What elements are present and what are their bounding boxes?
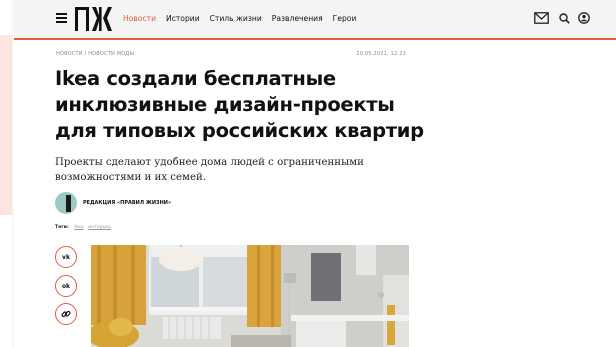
account-icon[interactable] bbox=[578, 12, 590, 24]
author-name[interactable]: РЕДАКЦИЯ «ПРАВИЛ ЖИЗНИ» bbox=[83, 200, 171, 206]
article-lead: Проекты сделают удобнее дома людей с огр… bbox=[55, 157, 364, 183]
title-line: для типовых российских квартир bbox=[55, 119, 424, 142]
tag-link[interactable]: Ikea bbox=[74, 225, 84, 230]
publish-date: 20.05.2021, 12:23 bbox=[356, 51, 406, 57]
nav-item-entertainment[interactable]: Развлечения bbox=[272, 14, 323, 23]
article-hero-image bbox=[91, 245, 409, 347]
article-meta: НОВОСТИ / НОВОСТИ МОДЫ 20.05.2021, 12:23 bbox=[56, 51, 406, 61]
decorative-side-strip bbox=[0, 35, 12, 215]
breadcrumb[interactable]: НОВОСТИ / НОВОСТИ МОДЫ bbox=[56, 51, 134, 57]
nav-item-stories[interactable]: Истории bbox=[166, 14, 200, 23]
share-vk-button[interactable]: vk bbox=[55, 246, 77, 268]
vk-icon: vk bbox=[62, 253, 70, 261]
site-logo[interactable] bbox=[74, 6, 114, 32]
menu-icon[interactable] bbox=[56, 13, 67, 23]
tags-label: Теги: bbox=[55, 225, 69, 230]
main-nav: Новости Истории Стиль жизни Развлечения … bbox=[123, 14, 356, 23]
link-icon bbox=[61, 310, 71, 318]
nav-item-news[interactable]: Новости bbox=[123, 14, 156, 23]
ok-icon: ok bbox=[61, 282, 71, 290]
nav-item-lifestyle[interactable]: Стиль жизни bbox=[210, 14, 262, 23]
search-icon[interactable] bbox=[559, 13, 570, 24]
article-title: Ikea создали бесплатные инклюзивные диза… bbox=[55, 66, 435, 144]
nav-item-heroes[interactable]: Герои bbox=[333, 14, 357, 23]
site-header: Новости Истории Стиль жизни Развлечения … bbox=[14, 0, 616, 40]
title-line: Ikea создали бесплатные bbox=[55, 67, 336, 90]
tags-row: Теги: Ikea интерьер bbox=[55, 225, 114, 230]
mail-icon[interactable] bbox=[534, 12, 549, 24]
copy-link-button[interactable] bbox=[55, 303, 77, 325]
title-line: инклюзивные дизайн-проекты bbox=[55, 93, 395, 116]
tag-link[interactable]: интерьер bbox=[88, 225, 111, 230]
share-ok-button[interactable]: ok bbox=[55, 275, 77, 297]
page-edge-shadow bbox=[12, 0, 14, 347]
avatar bbox=[55, 192, 77, 214]
